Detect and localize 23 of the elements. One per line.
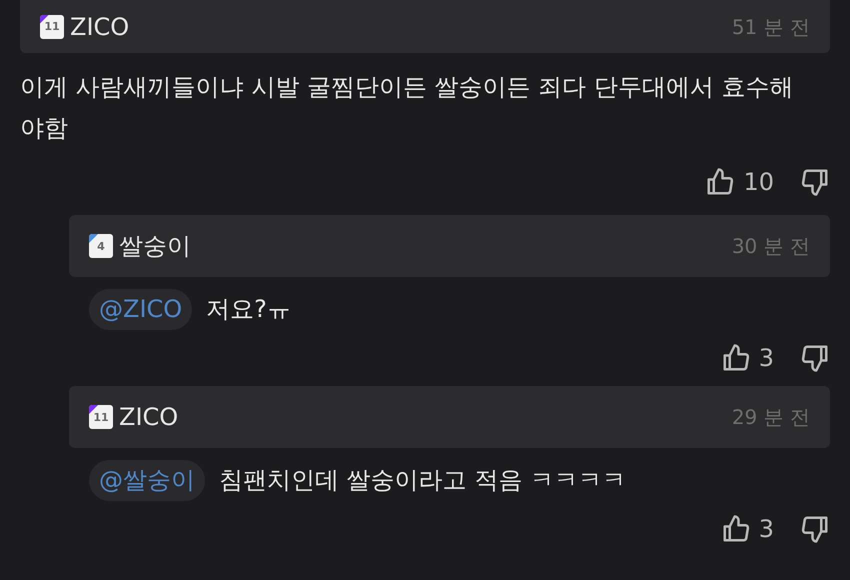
mention-tag[interactable]: @ZICO xyxy=(89,289,192,330)
comment-text: 저요?ㅠ xyxy=(206,294,292,325)
mention-tag[interactable]: @쌀숭이 xyxy=(89,460,205,501)
level-badge: 11 xyxy=(40,14,64,38)
thumbs-up-icon[interactable] xyxy=(705,167,736,197)
author-name[interactable]: 쌀숭이 xyxy=(119,228,191,264)
thumbs-up-icon[interactable] xyxy=(720,514,751,544)
author-name[interactable]: ZICO xyxy=(119,399,178,435)
author-name[interactable]: ZICO xyxy=(70,8,130,44)
level-badge: 4 xyxy=(89,234,113,258)
comment-text: 이게 사람새끼들이냐 시발 굴찜단이든 쌀숭이든 죄다 단두대에서 효수해야함 xyxy=(20,72,794,144)
like-count: 10 xyxy=(743,167,774,198)
thumbs-down-icon[interactable] xyxy=(800,514,830,544)
thumbs-down-icon[interactable] xyxy=(800,343,830,373)
thumbs-up-icon[interactable] xyxy=(720,343,751,373)
comment-text: 침팬치인데 쌀숭이라고 적음 ㅋㅋㅋㅋ xyxy=(219,465,627,496)
comment-time: 30 분 전 xyxy=(732,233,810,260)
like-count: 3 xyxy=(758,343,774,374)
like-count: 3 xyxy=(758,514,774,545)
comment-time: 29 분 전 xyxy=(732,404,810,431)
comment-time: 51 분 전 xyxy=(732,14,810,40)
thumbs-down-icon[interactable] xyxy=(800,167,830,197)
level-badge: 11 xyxy=(89,405,113,429)
